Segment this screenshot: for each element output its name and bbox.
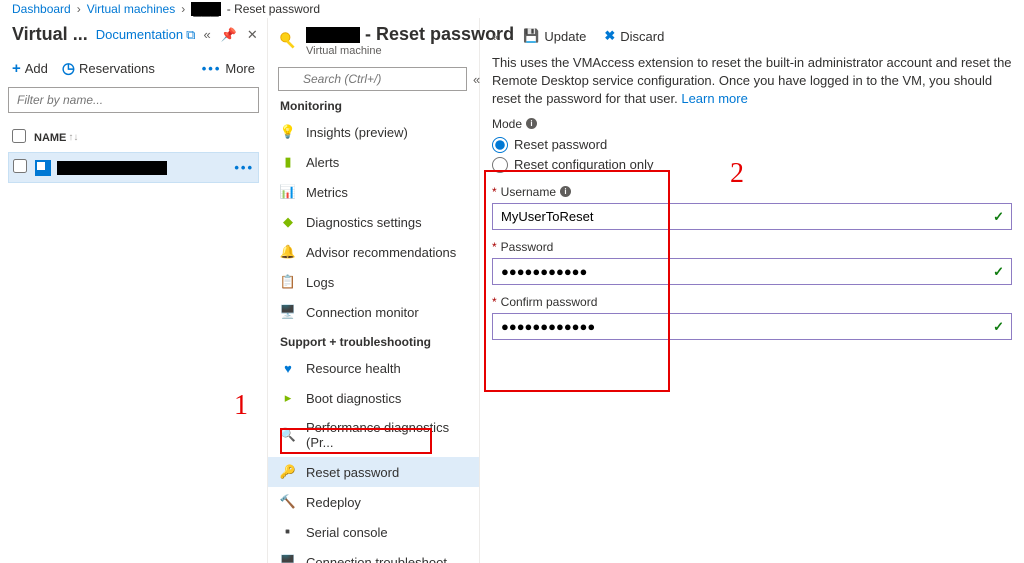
key-icon: 🔑 <box>280 464 296 480</box>
save-icon: 💾 <box>523 28 539 44</box>
filter-input[interactable] <box>8 87 259 113</box>
row-checkbox[interactable] <box>13 159 27 173</box>
clock-icon: ◷ <box>62 59 75 77</box>
pin-icon[interactable]: 📌 <box>221 27 237 43</box>
nav-logs[interactable]: 📋Logs <box>268 267 479 297</box>
list-header: NAME ↑↓ <box>8 123 259 152</box>
console-icon: ▪️ <box>280 524 296 540</box>
discard-button[interactable]: ✖ Discard <box>604 28 664 44</box>
password-label: * Password <box>492 240 1012 254</box>
learn-more-link[interactable]: Learn more <box>681 91 747 106</box>
confirm-password-label: * Confirm password <box>492 295 1012 309</box>
discard-icon: ✖ <box>604 28 615 44</box>
key-icon <box>278 30 300 52</box>
collapse-icon[interactable]: « <box>203 27 210 43</box>
alert-icon: ▮ <box>280 154 296 170</box>
content-panel: « 💾 Update ✖ Discard This uses the VMAcc… <box>480 18 1024 563</box>
radio-input[interactable] <box>492 157 508 173</box>
lightbulb-icon: 💡 <box>280 124 296 140</box>
boot-icon: ▸ <box>280 390 296 406</box>
nav-section-support: Support + troubleshooting <box>268 327 479 353</box>
mode-reset-config-radio[interactable]: Reset configuration only <box>492 155 1012 175</box>
panel1-title: Virtual ... <box>12 24 88 45</box>
close-icon[interactable]: ✕ <box>247 27 258 43</box>
monitor-icon: 🖥️ <box>280 304 296 320</box>
nav-insights[interactable]: 💡Insights (preview) <box>268 117 479 147</box>
breadcrumb-current: - Reset password <box>227 2 320 16</box>
breadcrumb: Dashboard › Virtual machines › ███ - Res… <box>0 0 1024 18</box>
add-button[interactable]: + Add <box>12 60 48 77</box>
troubleshoot-icon: 🖥️ <box>280 554 296 563</box>
plus-icon: + <box>12 60 21 77</box>
breadcrumb-vm-name-redacted: ███ <box>191 2 221 16</box>
breadcrumb-vms[interactable]: Virtual machines <box>87 2 176 16</box>
vm-list-panel: Virtual ... Documentation ⧉ « 📌 ✕ + Add … <box>0 18 268 563</box>
vm-name-redacted <box>57 161 167 175</box>
info-icon[interactable]: i <box>560 186 571 197</box>
vm-name-redacted <box>306 27 360 43</box>
nav-perf-diag[interactable]: 🔍Performance diagnostics (Pr... <box>268 413 479 457</box>
nav-section-monitoring: Monitoring <box>268 99 479 117</box>
redeploy-icon: 🔨 <box>280 494 296 510</box>
external-link-icon: ⧉ <box>186 27 195 43</box>
radio-input[interactable] <box>492 137 508 153</box>
documentation-link[interactable]: Documentation ⧉ <box>96 27 196 43</box>
nav-redeploy[interactable]: 🔨Redeploy <box>268 487 479 517</box>
row-menu-button[interactable]: ••• <box>234 160 254 175</box>
nav-reset-password[interactable]: 🔑Reset password <box>268 457 479 487</box>
logs-icon: 📋 <box>280 274 296 290</box>
select-all-checkbox[interactable] <box>12 129 26 143</box>
nav-resource-health[interactable]: ♥Resource health <box>268 353 479 383</box>
collapse-content-icon[interactable]: « <box>492 29 499 44</box>
mode-reset-password-radio[interactable]: Reset password <box>492 135 1012 155</box>
vm-list-row[interactable]: ••• <box>8 152 259 183</box>
nav-boot-diag[interactable]: ▸Boot diagnostics <box>268 383 479 413</box>
ellipsis-icon: ••• <box>202 61 222 76</box>
nav-serial-console[interactable]: ▪️Serial console <box>268 517 479 547</box>
update-button[interactable]: 💾 Update <box>523 28 586 44</box>
username-input[interactable] <box>492 203 1012 230</box>
password-input[interactable] <box>492 258 1012 285</box>
breadcrumb-dashboard[interactable]: Dashboard <box>12 2 71 16</box>
nav-conn-troubleshoot[interactable]: 🖥️Connection troubleshoot <box>268 547 479 563</box>
nav-search-input[interactable] <box>278 67 467 91</box>
advisor-icon: 🔔 <box>280 244 296 260</box>
sort-icon: ↑↓ <box>68 132 78 143</box>
checkmark-icon: ✓ <box>993 319 1004 335</box>
nav-panel: - Reset password Virtual machine « Monit… <box>268 18 480 563</box>
chevron-right-icon: › <box>181 2 185 16</box>
perf-icon: 🔍 <box>280 427 296 443</box>
chart-icon: 📊 <box>280 184 296 200</box>
chevron-right-icon: › <box>77 2 81 16</box>
diag-icon: ◆ <box>280 214 296 230</box>
nav-advisor[interactable]: 🔔Advisor recommendations <box>268 237 479 267</box>
heart-icon: ♥ <box>280 360 296 376</box>
nav-metrics[interactable]: 📊Metrics <box>268 177 479 207</box>
more-button[interactable]: ••• More <box>202 61 255 76</box>
reservations-button[interactable]: ◷ Reservations <box>62 59 155 77</box>
vm-icon <box>35 160 51 176</box>
checkmark-icon: ✓ <box>993 264 1004 280</box>
mode-label: Mode i <box>492 117 1012 131</box>
checkmark-icon: ✓ <box>993 209 1004 225</box>
info-icon[interactable]: i <box>526 118 537 129</box>
nav-conn-monitor[interactable]: 🖥️Connection monitor <box>268 297 479 327</box>
column-name[interactable]: NAME <box>34 132 66 144</box>
nav-diag-settings[interactable]: ◆Diagnostics settings <box>268 207 479 237</box>
description-text: This uses the VMAccess extension to rese… <box>492 52 1012 117</box>
confirm-password-input[interactable] <box>492 313 1012 340</box>
username-label: * Username i <box>492 185 1012 199</box>
nav-alerts[interactable]: ▮Alerts <box>268 147 479 177</box>
